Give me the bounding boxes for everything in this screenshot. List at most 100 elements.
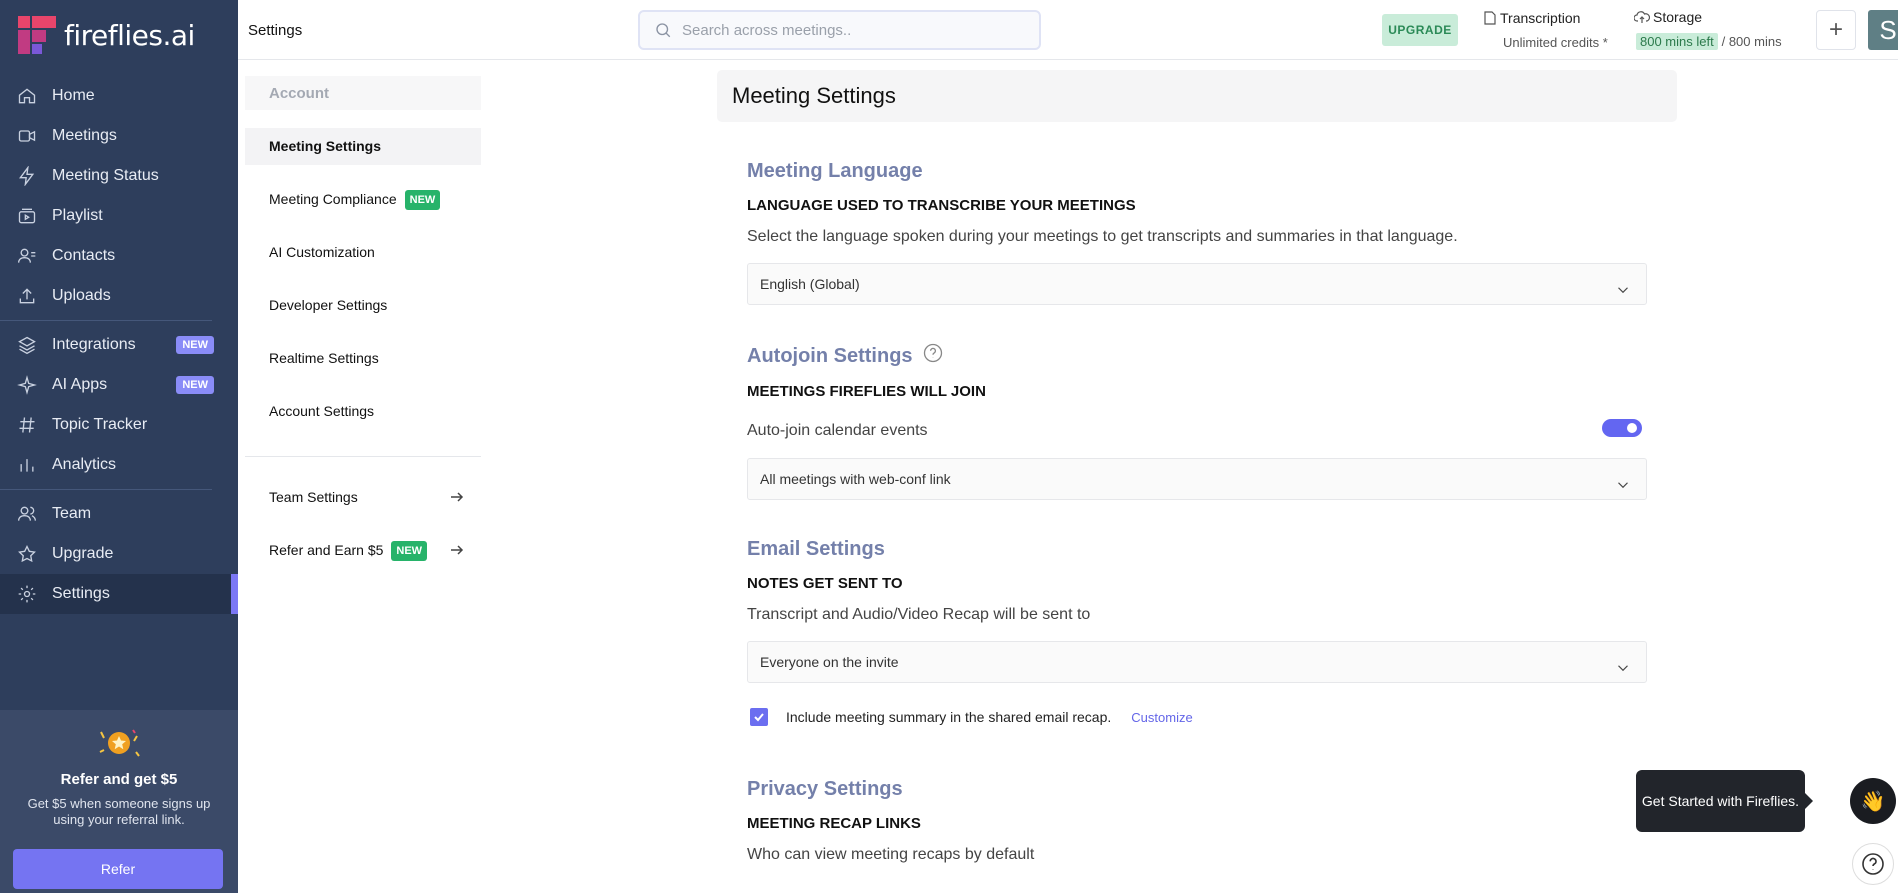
summary-checkbox[interactable] bbox=[750, 708, 768, 726]
hash-icon bbox=[16, 414, 38, 436]
sidebar-item-topic-tracker[interactable]: Topic Tracker bbox=[0, 405, 238, 445]
storage-left-badge: 800 mins left bbox=[1636, 33, 1718, 50]
arrow-right-icon bbox=[449, 532, 465, 569]
subnav-item-ai-customization[interactable]: AI Customization bbox=[245, 234, 481, 271]
subnav-item-realtime-settings[interactable]: Realtime Settings bbox=[245, 340, 481, 377]
subnav-item-label: Realtime Settings bbox=[269, 350, 379, 366]
new-badge: NEW bbox=[404, 190, 441, 210]
playlist-icon bbox=[16, 205, 38, 227]
wave-hand-button[interactable]: 👋 bbox=[1850, 778, 1896, 824]
sidebar-item-analytics[interactable]: Analytics bbox=[0, 445, 238, 485]
brand-name: fireflies.ai bbox=[64, 18, 195, 52]
layers-icon bbox=[16, 334, 38, 356]
search-box[interactable] bbox=[638, 10, 1041, 50]
sidebar-item-label: Team bbox=[52, 505, 92, 522]
upload-icon bbox=[16, 285, 38, 307]
select-value: All meetings with web-conf link bbox=[760, 471, 951, 487]
arrow-right-icon bbox=[449, 479, 465, 516]
sidebar-item-team[interactable]: Team bbox=[0, 494, 238, 534]
subnav-item-label: Refer and Earn $5 bbox=[269, 542, 384, 558]
select-value: English (Global) bbox=[760, 276, 860, 292]
transcription-stat: Transcription bbox=[1484, 10, 1580, 28]
section-title: Meeting Language bbox=[747, 160, 1647, 183]
plus-icon: + bbox=[1828, 16, 1843, 43]
privacy-section: Privacy Settings MEETING RECAP LINKS Who… bbox=[747, 778, 1647, 864]
subnav-item-label: Team Settings bbox=[269, 489, 358, 505]
new-badge: NEW bbox=[391, 541, 428, 561]
wave-hand-icon: 👋 bbox=[1860, 790, 1886, 813]
section-description: Select the language spoken during your m… bbox=[747, 228, 1458, 245]
section-title-text: Email Settings bbox=[747, 538, 885, 560]
get-started-toast[interactable]: Get Started with Fireflies. bbox=[1636, 770, 1813, 832]
team-icon bbox=[16, 503, 38, 525]
subnav-item-developer-settings[interactable]: Developer Settings bbox=[245, 287, 481, 324]
subnav-header: Account bbox=[245, 76, 481, 110]
sidebar-item-contacts[interactable]: Contacts bbox=[0, 236, 238, 276]
refer-title: Refer and get $5 bbox=[60, 771, 178, 788]
check-icon bbox=[754, 713, 764, 722]
sidebar-item-playlist[interactable]: Playlist bbox=[0, 196, 238, 236]
refer-description: Get $5 when someone signs up using your … bbox=[27, 796, 211, 827]
subnav-item-meeting-settings[interactable]: Meeting Settings bbox=[245, 128, 481, 165]
content-heading: Meeting Settings bbox=[717, 70, 1677, 122]
avatar[interactable]: S bbox=[1868, 10, 1898, 50]
section-subtitle: NOTES GET SENT TO bbox=[747, 575, 903, 592]
sidebar-item-integrations[interactable]: Integrations NEW bbox=[0, 325, 238, 365]
subnav-link-team-settings[interactable]: Team Settings bbox=[245, 479, 481, 516]
help-circle-icon[interactable] bbox=[923, 343, 943, 369]
autojoin-toggle[interactable] bbox=[1602, 419, 1642, 437]
new-badge: NEW bbox=[176, 336, 214, 354]
add-button[interactable]: + bbox=[1816, 10, 1856, 50]
subnav-link-refer-and-earn[interactable]: Refer and Earn $5 NEW bbox=[245, 532, 481, 569]
autojoin-toggle-row: Auto-join calendar events bbox=[747, 416, 1647, 440]
summary-checkbox-row: Include meeting summary in the shared em… bbox=[747, 708, 1647, 726]
storage-value-wrap: 800 mins left / 800 mins bbox=[1636, 33, 1782, 50]
customize-link[interactable]: Customize bbox=[1131, 710, 1192, 725]
section-description: Transcript and Audio/Video Recap will be… bbox=[747, 606, 1091, 623]
storage-total: / 800 mins bbox=[1721, 34, 1782, 49]
sidebar-item-settings[interactable]: Settings bbox=[0, 574, 238, 614]
video-icon bbox=[16, 125, 38, 147]
page-title: Settings bbox=[248, 22, 303, 39]
section-title-text: Privacy Settings bbox=[747, 778, 903, 800]
search-input[interactable] bbox=[682, 21, 1012, 39]
sidebar-item-uploads[interactable]: Uploads bbox=[0, 276, 238, 316]
transcription-label: Transcription bbox=[1500, 10, 1581, 26]
sidebar-item-home[interactable]: Home bbox=[0, 76, 238, 116]
subnav-item-label: Developer Settings bbox=[269, 297, 388, 313]
section-title: Email Settings bbox=[747, 538, 1647, 561]
logo[interactable]: fireflies.ai bbox=[18, 16, 195, 54]
bolt-icon bbox=[16, 165, 38, 187]
autojoin-select[interactable]: All meetings with web-conf link bbox=[747, 458, 1647, 500]
upgrade-button[interactable]: UPGRADE bbox=[1382, 14, 1458, 46]
sidebar-item-label: Playlist bbox=[52, 207, 103, 224]
sidebar-item-meetings[interactable]: Meetings bbox=[0, 116, 238, 156]
sidebar-item-upgrade[interactable]: Upgrade bbox=[0, 534, 238, 574]
chevron-down-icon bbox=[1614, 469, 1632, 489]
sidebar-item-label: Analytics bbox=[52, 456, 117, 473]
transcription-value-wrap: Unlimited credits * bbox=[1503, 34, 1608, 50]
chevron-down-icon bbox=[1614, 274, 1632, 294]
fireflies-logo-icon bbox=[18, 16, 56, 54]
sidebar-item-meeting-status[interactable]: Meeting Status bbox=[0, 156, 238, 196]
cloud-upload-icon bbox=[1633, 10, 1651, 27]
chart-icon bbox=[16, 454, 38, 476]
sidebar-item-label: Upgrade bbox=[52, 545, 114, 562]
sidebar-item-label: Settings bbox=[52, 585, 110, 602]
language-select[interactable]: English (Global) bbox=[747, 263, 1647, 305]
subnav-item-label: Meeting Compliance bbox=[269, 191, 397, 207]
sidebar-item-label: Meetings bbox=[52, 127, 117, 144]
meeting-language-section: Meeting Language LANGUAGE USED TO TRANSC… bbox=[747, 160, 1647, 305]
section-title: Autojoin Settings bbox=[747, 343, 1647, 369]
sidebar-item-ai-apps[interactable]: AI Apps NEW bbox=[0, 365, 238, 405]
gear-icon bbox=[16, 583, 38, 605]
subnav-divider bbox=[245, 456, 481, 457]
subnav-item-account-settings[interactable]: Account Settings bbox=[245, 393, 481, 430]
refer-button[interactable]: Refer bbox=[13, 849, 223, 889]
help-button[interactable] bbox=[1852, 843, 1894, 885]
document-icon bbox=[1484, 11, 1496, 28]
subnav-item-meeting-compliance[interactable]: Meeting Compliance NEW bbox=[245, 181, 481, 218]
email-recipients-select[interactable]: Everyone on the invite bbox=[747, 641, 1647, 683]
sidebar: fireflies.ai Home Meetings Meeting Statu… bbox=[0, 0, 238, 893]
refer-illustration-icon bbox=[96, 726, 142, 760]
